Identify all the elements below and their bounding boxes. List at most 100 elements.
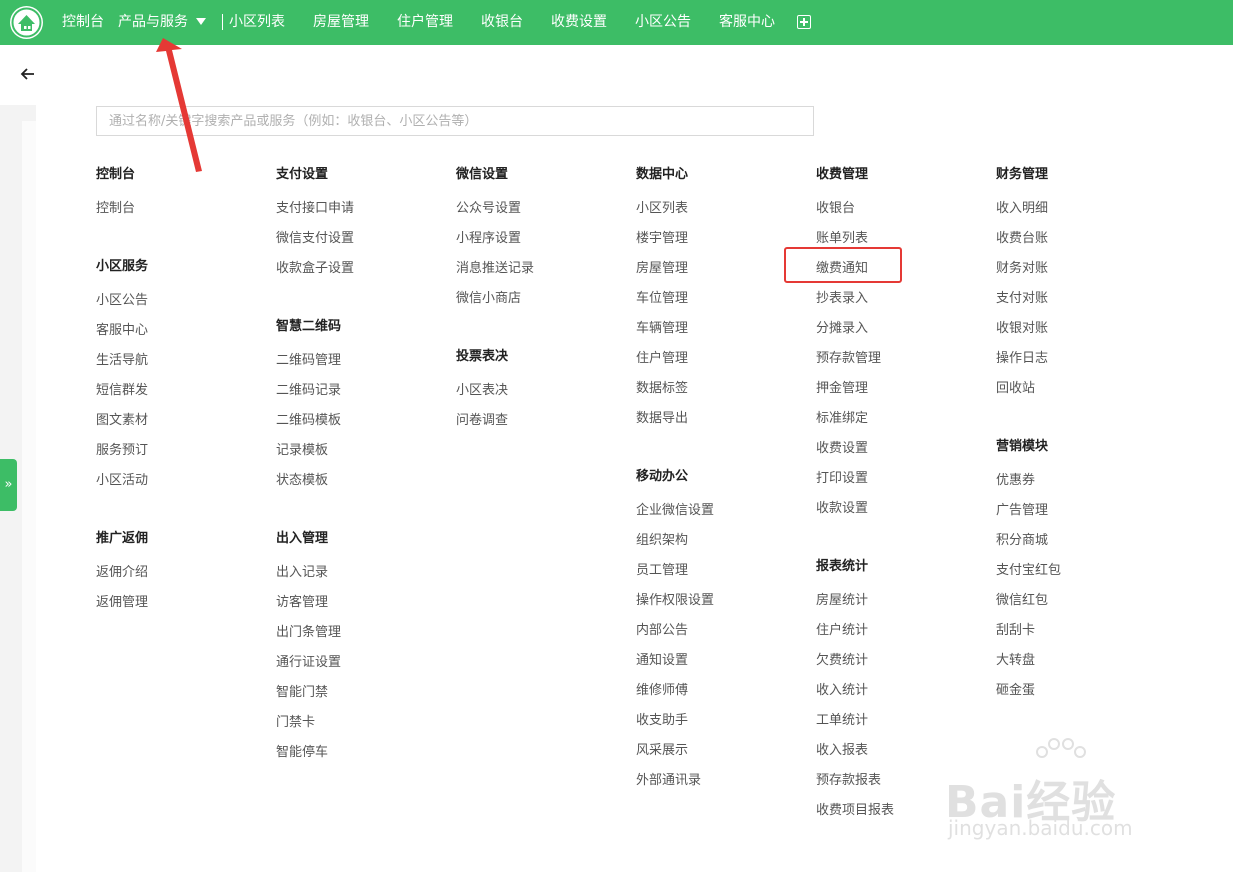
nav-cashier[interactable]: 收银台	[481, 0, 523, 45]
menu-item[interactable]: 住户管理	[636, 349, 688, 369]
menu-item[interactable]: 员工管理	[636, 561, 688, 581]
menu-group-title: 移动办公	[636, 469, 689, 484]
menu-item[interactable]: 房屋统计	[816, 591, 868, 611]
menu-item[interactable]: 内部公告	[636, 621, 688, 641]
menu-item[interactable]: 智能门禁	[276, 683, 328, 703]
menu-item[interactable]: 操作权限设置	[636, 591, 714, 611]
menu-item[interactable]: 收入明细	[996, 199, 1048, 219]
search-box[interactable]	[96, 106, 814, 136]
menu-item[interactable]: 维修师傅	[636, 681, 688, 701]
menu-item[interactable]: 组织架构	[636, 531, 688, 551]
nav-community-notice[interactable]: 小区公告	[635, 0, 691, 45]
menu-item[interactable]: 二维码管理	[276, 351, 341, 371]
menu-item[interactable]: 大转盘	[996, 651, 1035, 671]
menu-item[interactable]: 短信群发	[96, 381, 148, 401]
menu-item[interactable]: 支付对账	[996, 289, 1048, 309]
menu-item[interactable]: 公众号设置	[456, 199, 521, 219]
nav-customer-service[interactable]: 客服中心	[719, 0, 775, 45]
menu-item[interactable]: 问卷调查	[456, 411, 508, 431]
menu-item[interactable]: 收费项目报表	[816, 801, 894, 821]
menu-item[interactable]: 客服中心	[96, 321, 148, 341]
menu-item[interactable]: 标准绑定	[816, 409, 868, 429]
menu-item[interactable]: 微信小商店	[456, 289, 521, 309]
menu-item[interactable]: 控制台	[96, 199, 135, 219]
menu-item[interactable]: 工单统计	[816, 711, 868, 731]
menu-item[interactable]: 消息推送记录	[456, 259, 534, 279]
menu-item[interactable]: 企业微信设置	[636, 501, 714, 521]
menu-item[interactable]: 生活导航	[96, 351, 148, 371]
nav-house-management[interactable]: 房屋管理	[313, 0, 369, 45]
menu-item[interactable]: 门禁卡	[276, 713, 315, 733]
menu-item[interactable]: 收银台	[816, 199, 855, 219]
menu-item[interactable]: 小区公告	[96, 291, 148, 311]
add-tab-icon[interactable]	[797, 15, 811, 29]
menu-item[interactable]: 积分商城	[996, 531, 1048, 551]
menu-item[interactable]: 房屋管理	[636, 259, 688, 279]
menu-item[interactable]: 收入统计	[816, 681, 868, 701]
menu-item[interactable]: 收入报表	[816, 741, 868, 761]
menu-item[interactable]: 访客管理	[276, 593, 328, 613]
menu-item[interactable]: 记录模板	[276, 441, 328, 461]
menu-item[interactable]: 财务对账	[996, 259, 1048, 279]
menu-item[interactable]: 外部通讯录	[636, 771, 701, 791]
menu-item[interactable]: 收银对账	[996, 319, 1048, 339]
menu-item[interactable]: 车位管理	[636, 289, 688, 309]
menu-item[interactable]: 图文素材	[96, 411, 148, 431]
nav-charge-settings[interactable]: 收费设置	[551, 0, 607, 45]
menu-item[interactable]: 风采展示	[636, 741, 688, 761]
menu-item[interactable]: 出门条管理	[276, 623, 341, 643]
nav-products-services[interactable]: 产品与服务	[118, 0, 188, 45]
menu-item[interactable]: 通行证设置	[276, 653, 341, 673]
menu-item[interactable]: 优惠券	[996, 471, 1035, 491]
menu-item[interactable]: 押金管理	[816, 379, 868, 399]
menu-item[interactable]: 状态模板	[276, 471, 328, 491]
menu-item[interactable]: 收支助手	[636, 711, 688, 731]
menu-item[interactable]: 住户统计	[816, 621, 868, 641]
nav-community-list[interactable]: 小区列表	[229, 0, 285, 45]
menu-item[interactable]: 小区列表	[636, 199, 688, 219]
search-input[interactable]	[97, 107, 813, 135]
menu-item[interactable]: 返佣管理	[96, 593, 148, 613]
menu-item[interactable]: 小程序设置	[456, 229, 521, 249]
menu-item[interactable]: 砸金蛋	[996, 681, 1035, 701]
menu-item[interactable]: 智能停车	[276, 743, 328, 763]
menu-item[interactable]: 服务预订	[96, 441, 148, 461]
menu-item[interactable]: 小区活动	[96, 471, 148, 491]
menu-item[interactable]: 微信支付设置	[276, 229, 354, 249]
menu-item[interactable]: 收费设置	[816, 439, 868, 459]
menu-item[interactable]: 刮刮卡	[996, 621, 1035, 641]
menu-item[interactable]: 出入记录	[276, 563, 328, 583]
nav-resident-management[interactable]: 住户管理	[397, 0, 453, 45]
menu-item[interactable]: 预存款管理	[816, 349, 881, 369]
chevron-down-icon[interactable]	[196, 18, 206, 25]
back-arrow-icon[interactable]	[20, 66, 36, 82]
menu-item[interactable]: 二维码模板	[276, 411, 341, 431]
menu-item[interactable]: 收款设置	[816, 499, 868, 519]
menu-item[interactable]: 小区表决	[456, 381, 508, 401]
menu-item[interactable]: 分摊录入	[816, 319, 868, 339]
menu-item[interactable]: 数据导出	[636, 409, 688, 429]
menu-group-title: 收费管理	[816, 167, 869, 182]
menu-item[interactable]: 支付宝红包	[996, 561, 1061, 581]
menu-item[interactable]: 通知设置	[636, 651, 688, 671]
nav-dashboard[interactable]: 控制台	[62, 0, 104, 45]
logo-icon[interactable]	[10, 6, 43, 39]
menu-item[interactable]: 抄表录入	[816, 289, 868, 309]
menu-item[interactable]: 广告管理	[996, 501, 1048, 521]
menu-item[interactable]: 回收站	[996, 379, 1035, 399]
menu-item[interactable]: 收款盒子设置	[276, 259, 354, 279]
menu-item[interactable]: 收费台账	[996, 229, 1048, 249]
menu-item[interactable]: 楼宇管理	[636, 229, 688, 249]
menu-item[interactable]: 打印设置	[816, 469, 868, 489]
menu-item[interactable]: 预存款报表	[816, 771, 881, 791]
menu-item[interactable]: 返佣介绍	[96, 563, 148, 583]
menu-item[interactable]: 二维码记录	[276, 381, 341, 401]
menu-item[interactable]: 账单列表	[816, 229, 868, 249]
menu-item[interactable]: 支付接口申请	[276, 199, 354, 219]
menu-item[interactable]: 车辆管理	[636, 319, 688, 339]
menu-item[interactable]: 欠费统计	[816, 651, 868, 671]
menu-item[interactable]: 数据标签	[636, 379, 688, 399]
menu-item[interactable]: 微信红包	[996, 591, 1048, 611]
expand-sidebar-button[interactable]: »	[0, 459, 17, 511]
menu-item[interactable]: 操作日志	[996, 349, 1048, 369]
